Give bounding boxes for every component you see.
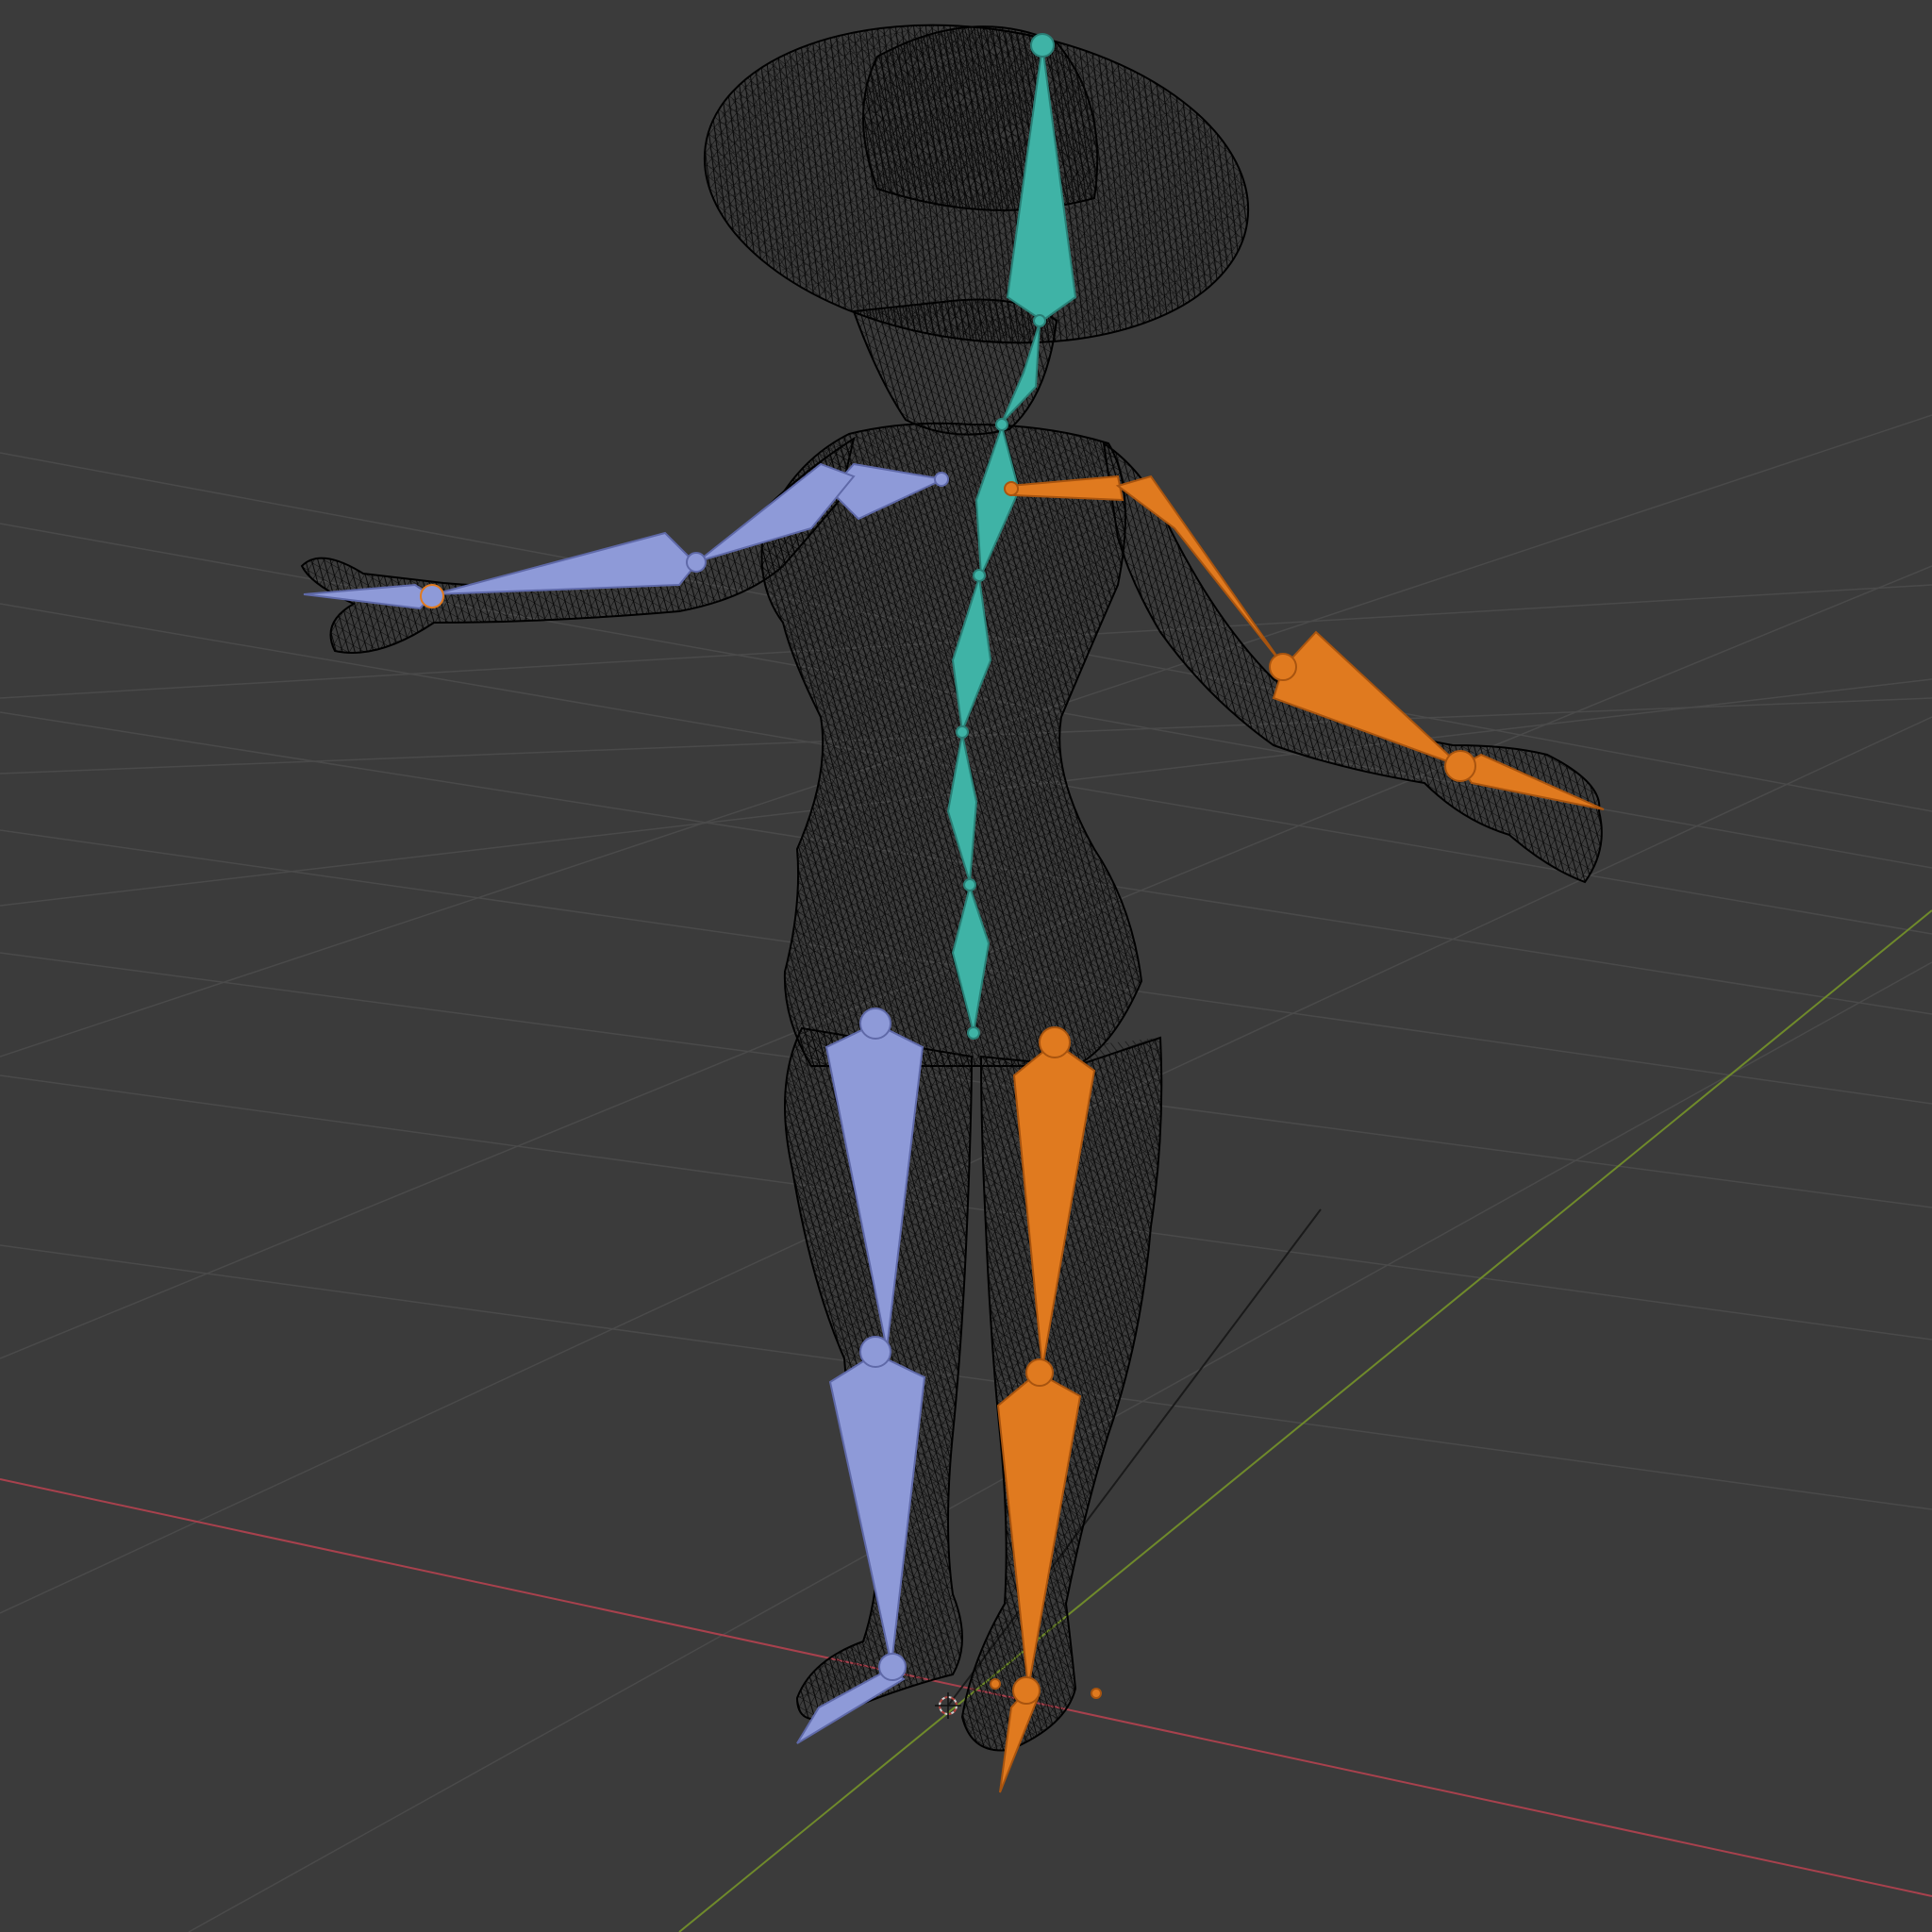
joint-neck[interactable] (1033, 314, 1046, 327)
joint-hip-left[interactable] (859, 1008, 891, 1040)
scene-canvas[interactable] (0, 0, 1932, 1932)
joint-head[interactable] (1030, 33, 1055, 58)
joint-elbow-right[interactable] (1269, 653, 1297, 681)
bone-forearm-left[interactable] (433, 531, 698, 595)
3d-viewport[interactable] (0, 0, 1932, 1932)
joint-elbow-left[interactable] (686, 552, 707, 573)
x-axis-line (0, 1478, 1932, 1897)
joint-toe-right[interactable] (990, 1678, 1001, 1690)
joint-knee-left[interactable] (859, 1336, 891, 1368)
joint-hip-right[interactable] (1039, 1026, 1071, 1058)
joint-knee-right[interactable] (1025, 1358, 1054, 1387)
joint-shoulder-left[interactable] (934, 472, 949, 487)
joint-shoulder-right[interactable] (1004, 481, 1019, 496)
joint-ankle-left[interactable] (878, 1653, 907, 1681)
joint-ankle-right[interactable] (1012, 1676, 1041, 1705)
joint-spine-upper[interactable] (973, 569, 986, 582)
joint-wrist-left[interactable] (420, 584, 444, 608)
joint-spine-mid[interactable] (956, 725, 969, 739)
joint-spine-lower[interactable] (963, 878, 976, 891)
joint-heel-right[interactable] (1091, 1688, 1102, 1699)
3d-cursor-icon[interactable] (935, 1692, 961, 1719)
armature-right[interactable] (990, 475, 1605, 1793)
grid-line (0, 1244, 1932, 1510)
joint-chest[interactable] (995, 418, 1008, 431)
right-arm (1102, 441, 1603, 884)
joint-pelvis[interactable] (967, 1026, 980, 1040)
joint-wrist-right[interactable] (1444, 750, 1476, 782)
